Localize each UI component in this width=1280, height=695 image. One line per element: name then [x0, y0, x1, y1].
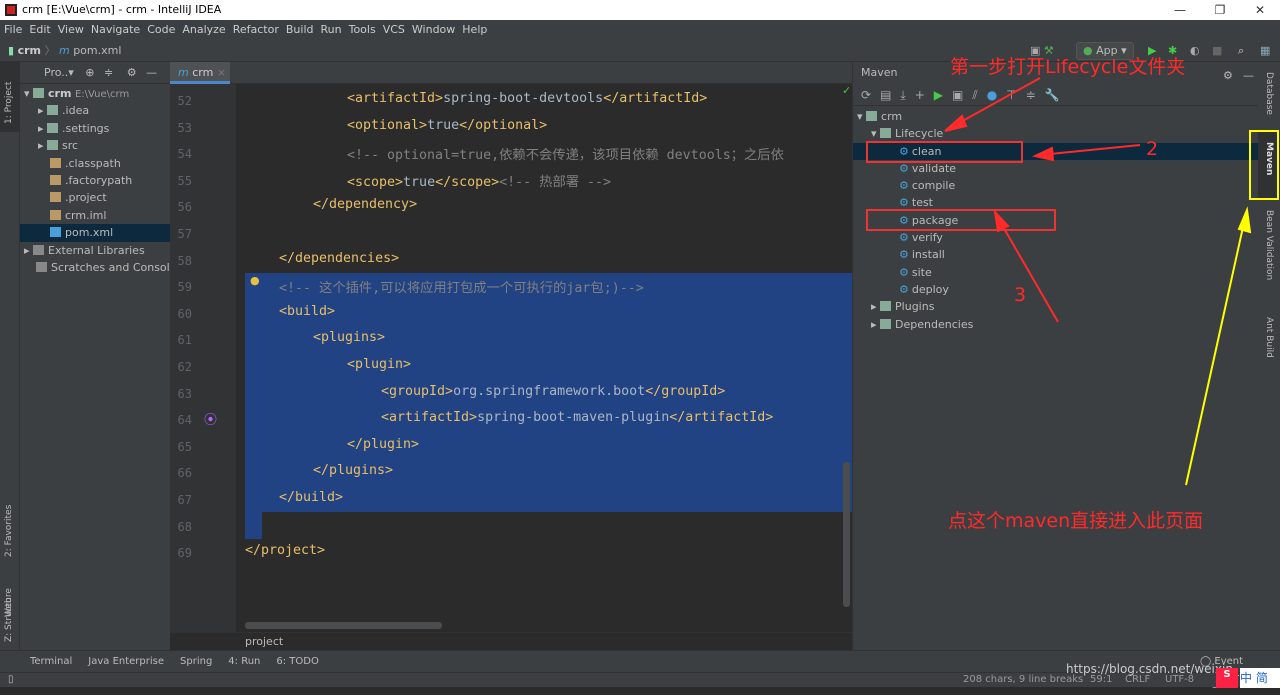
arrow-maven: [1185, 217, 1246, 486]
annotation-arrows: [944, 77, 1252, 486]
arrow-3: [997, 217, 1059, 323]
arrow-2: [1039, 144, 1141, 156]
